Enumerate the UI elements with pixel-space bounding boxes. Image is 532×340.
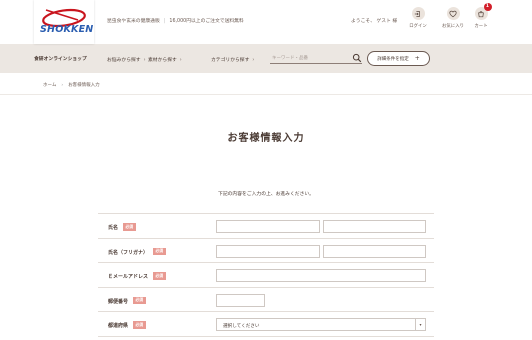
required-badge: 必須: [123, 223, 136, 231]
required-badge: 必須: [153, 247, 166, 256]
search-box: [270, 52, 362, 64]
heart-icon: [449, 10, 457, 17]
login-icon: [414, 10, 420, 17]
field-label-text: 都道府県: [108, 322, 129, 329]
field-label: 都道府県 必須: [108, 321, 146, 329]
advanced-search-label: 詳細条件を指定: [377, 56, 409, 62]
login-button[interactable]: ログイン: [405, 7, 431, 29]
last-name-kana-field-wrap: [216, 244, 320, 258]
customer-info-form: 氏名 必須 氏名（フリガナ） 必須 Ｅメールアドレス 必須 郵便番号 必須 都道府県 必須…: [98, 213, 434, 337]
shop-name: 食研オンラインショップ: [34, 57, 87, 62]
cart-icon: [478, 10, 484, 17]
form-row-name: 氏名 必須: [98, 214, 434, 239]
form-row-furigana: 氏名（フリガナ） 必須: [98, 239, 434, 263]
header-tagline: 昆虫食や玄米の健康通販 | 16,000円以上のご注文で送料無料: [107, 19, 244, 24]
cart-button[interactable]: 1 カート: [468, 3, 494, 29]
favorites-label: お気に入り: [442, 24, 464, 29]
last-name-field-wrap: [216, 220, 320, 233]
nav-link-label: お悩みから探す: [107, 58, 141, 63]
chevron-right-icon: ›: [252, 58, 255, 63]
site-logo[interactable]: SHOKKEN: [34, 0, 94, 44]
required-badge: 必須: [133, 321, 146, 329]
form-row-email: Ｅメールアドレス 必須: [98, 263, 434, 288]
prefecture-select[interactable]: 選択してください ▾: [216, 318, 426, 331]
login-label: ログイン: [409, 24, 427, 29]
search-input[interactable]: [272, 53, 348, 63]
cart-count-badge: 1: [483, 3, 492, 11]
field-label: 郵便番号 必須: [108, 296, 146, 305]
field-label: 氏名（フリガナ） 必須: [108, 247, 166, 256]
nav-link-by-ingredient[interactable]: 素材から探す ›: [148, 56, 182, 63]
tagline-right: 16,000円以上のご注文で送料無料: [169, 19, 244, 24]
main-nav: 食研オンラインショップ お悩みから探す› 素材から探す› カテゴリから探す› 詳…: [0, 44, 532, 73]
breadcrumb-current: お客様情報入力: [68, 83, 100, 88]
breadcrumb-home-link[interactable]: ホーム: [43, 83, 56, 88]
email-field-wrap: [216, 269, 426, 282]
last-name-kana-input[interactable]: [217, 245, 319, 257]
chevron-right-icon: ›: [61, 83, 64, 88]
chevron-right-icon: ›: [179, 58, 182, 63]
last-name-input[interactable]: [217, 221, 319, 232]
advanced-search-button[interactable]: 詳細条件を指定 +: [367, 51, 430, 66]
welcome-message: ようこそ、 ゲスト 様: [351, 19, 398, 24]
first-name-field-wrap: [323, 220, 426, 233]
nav-link-label: カテゴリから探す: [211, 58, 250, 63]
logo-text: SHOKKEN: [40, 24, 94, 35]
favorites-button[interactable]: お気に入り: [440, 7, 466, 29]
plus-icon: +: [414, 55, 420, 62]
divider: [0, 94, 532, 95]
form-row-prefecture: 都道府県 必須 選択してください ▾: [98, 312, 434, 337]
first-name-kana-field-wrap: [323, 244, 426, 258]
nav-link-by-category[interactable]: カテゴリから探す ›: [211, 56, 254, 63]
nav-link-by-concern[interactable]: お悩みから探す ›: [107, 56, 146, 63]
email-input[interactable]: [217, 270, 425, 281]
tagline-left: 昆虫食や玄米の健康通販: [107, 19, 160, 24]
field-label-text: 氏名（フリガナ）: [108, 249, 149, 256]
chevron-down-icon: ▾: [415, 319, 425, 330]
search-icon[interactable]: [352, 53, 362, 63]
intro-text: 下記の内容をご入力の上、お進みください。: [218, 192, 314, 197]
breadcrumb: ホーム › お客様情報入力: [43, 82, 100, 88]
field-label: 氏名 必須: [108, 223, 136, 231]
first-name-input[interactable]: [324, 221, 425, 232]
cart-label: カート: [474, 24, 488, 29]
field-label-text: Ｅメールアドレス: [108, 273, 149, 280]
chevron-right-icon: ›: [143, 58, 146, 63]
required-badge: 必須: [133, 296, 146, 305]
required-badge: 必須: [153, 272, 166, 280]
page-title: お客様情報入力: [227, 133, 305, 144]
field-label: Ｅメールアドレス 必須: [108, 272, 166, 280]
nav-link-label: 素材から探す: [148, 58, 177, 63]
form-row-postal-code: 郵便番号 必須: [98, 288, 434, 312]
postal-code-field-wrap: [216, 293, 265, 307]
first-name-kana-input[interactable]: [324, 245, 425, 257]
prefecture-select-value: 選択してください: [223, 323, 260, 329]
postal-code-input[interactable]: [217, 294, 264, 306]
field-label-text: 氏名: [108, 224, 119, 231]
field-label-text: 郵便番号: [108, 298, 129, 305]
